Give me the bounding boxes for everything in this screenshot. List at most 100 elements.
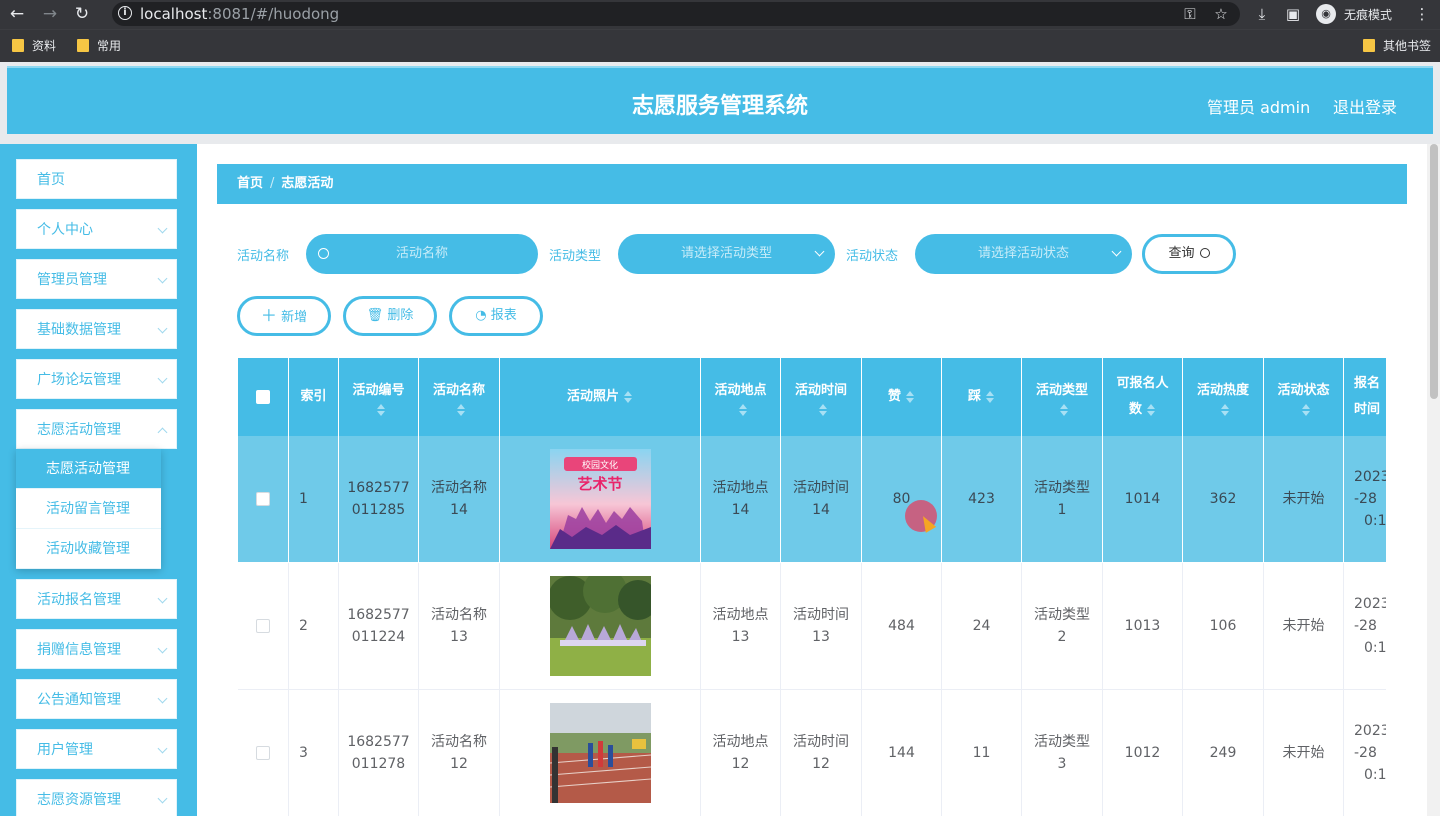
submenu-item-comments[interactable]: 活动留言管理 bbox=[16, 489, 161, 529]
chevron-down-icon bbox=[157, 593, 168, 604]
row-checkbox-cell[interactable] bbox=[238, 436, 289, 563]
sidebar-item-signup[interactable]: 活动报名管理 bbox=[16, 579, 177, 619]
site-info-icon[interactable]: i bbox=[118, 6, 132, 20]
sort-icon[interactable] bbox=[985, 391, 995, 403]
cell-name: 活动名称 14 bbox=[419, 436, 500, 563]
header-status-label: 活动状态 bbox=[1277, 383, 1330, 398]
cell-time: 活动时间 12 bbox=[781, 690, 862, 816]
sidebar-item-users[interactable]: 用户管理 bbox=[16, 729, 177, 769]
header-time[interactable]: 活动时间 bbox=[781, 358, 862, 436]
sort-icon[interactable] bbox=[1146, 403, 1156, 416]
page-scrollbar[interactable] bbox=[1427, 144, 1440, 816]
cell-photo: 校园文化 艺术节 bbox=[500, 436, 701, 563]
breadcrumb: 首页 / 志愿活动 bbox=[217, 164, 1407, 204]
activity-photo-1[interactable]: 校园文化 艺术节 bbox=[549, 449, 651, 549]
sidebar-item-resources[interactable]: 志愿资源管理 bbox=[16, 779, 177, 816]
sort-icon[interactable] bbox=[905, 391, 915, 403]
sidebar-item-base-data[interactable]: 基础数据管理 bbox=[16, 309, 177, 349]
cell-place-line1: 活动地点 bbox=[712, 734, 769, 750]
sort-icon[interactable] bbox=[738, 404, 748, 416]
sort-icon[interactable] bbox=[1059, 404, 1069, 416]
more-menu-icon[interactable]: ⋮ bbox=[1412, 4, 1432, 24]
bookmark-folder[interactable]: 资料 bbox=[12, 38, 56, 54]
row-checkbox[interactable] bbox=[256, 492, 270, 506]
sidebar-item-home[interactable]: 首页 bbox=[16, 159, 177, 199]
sidebar-item-donation[interactable]: 捐赠信息管理 bbox=[16, 629, 177, 669]
cell-place-line1: 活动地点 bbox=[712, 607, 769, 623]
status-select[interactable]: 请选择活动状态 bbox=[915, 234, 1132, 274]
sort-icon[interactable] bbox=[1220, 404, 1230, 416]
sidebar-item-forum[interactable]: 广场论坛管理 bbox=[16, 359, 177, 399]
activity-photo-2[interactable] bbox=[549, 576, 651, 676]
cell-name-line2: 14 bbox=[450, 502, 468, 518]
cell-code-line2: 011278 bbox=[351, 756, 406, 772]
back-icon[interactable]: ← bbox=[7, 4, 27, 24]
report-button[interactable]: ◔ 报表 bbox=[449, 296, 543, 336]
header-dislike[interactable]: 踩 bbox=[942, 358, 1022, 436]
header-name[interactable]: 活动名称 bbox=[419, 358, 500, 436]
header-type[interactable]: 活动类型 bbox=[1022, 358, 1103, 436]
name-search-input[interactable]: 活动名称 bbox=[306, 234, 538, 274]
download-icon[interactable]: ⤓ bbox=[1252, 4, 1272, 24]
cell-code-line1: 1682577 bbox=[347, 734, 410, 750]
forward-icon[interactable]: → bbox=[40, 4, 60, 24]
cell-type-line2: 1 bbox=[1057, 502, 1067, 518]
key-icon[interactable]: ⚿ bbox=[1180, 4, 1200, 24]
photo-caption: 校园文化 bbox=[581, 459, 617, 471]
current-user: 管理员 admin bbox=[1207, 98, 1311, 117]
cell-type: 活动类型 3 bbox=[1022, 690, 1103, 816]
scrollbar-thumb[interactable] bbox=[1430, 144, 1438, 399]
sidebar-item-label: 广场论坛管理 bbox=[37, 372, 121, 388]
header-capacity[interactable]: 可报名人数 bbox=[1103, 358, 1183, 436]
sidebar-item-activities[interactable]: 志愿活动管理 bbox=[16, 409, 177, 449]
submenu-item-activities[interactable]: 志愿活动管理 bbox=[16, 449, 161, 489]
header-photo[interactable]: 活动照片 bbox=[500, 358, 701, 436]
header-signup-time[interactable]: 报名 时间 bbox=[1344, 358, 1386, 436]
other-bookmarks[interactable]: 其他书签 bbox=[1363, 38, 1431, 54]
delete-button[interactable]: 🗑 删除 bbox=[343, 296, 437, 336]
header-like[interactable]: 赞 bbox=[862, 358, 942, 436]
sort-icon[interactable] bbox=[376, 404, 386, 416]
select-all-checkbox[interactable] bbox=[256, 390, 270, 404]
sidebar-item-profile[interactable]: 个人中心 bbox=[16, 209, 177, 249]
sidebar-item-notice[interactable]: 公告通知管理 bbox=[16, 679, 177, 719]
sort-icon[interactable] bbox=[623, 391, 633, 403]
header-status[interactable]: 活动状态 bbox=[1264, 358, 1344, 436]
activity-photo-3[interactable] bbox=[549, 703, 651, 803]
header-heat[interactable]: 活动热度 bbox=[1183, 358, 1264, 436]
row-checkbox[interactable] bbox=[256, 746, 270, 760]
chevron-down-icon bbox=[157, 793, 168, 804]
header-code[interactable]: 活动编号 bbox=[339, 358, 419, 436]
query-button[interactable]: 查询 bbox=[1142, 234, 1236, 274]
header-select-all[interactable] bbox=[238, 358, 289, 436]
chevron-down-icon bbox=[814, 246, 825, 257]
sort-icon[interactable] bbox=[456, 404, 466, 416]
address-bar[interactable]: i localhost:8081/#/huodong bbox=[112, 2, 1240, 26]
row-checkbox-cell[interactable] bbox=[238, 563, 289, 690]
reload-icon[interactable]: ↻ bbox=[72, 4, 92, 24]
cell-signup-line1: 2023 bbox=[1354, 723, 1386, 739]
incognito-badge[interactable]: ◉ 无痕模式 bbox=[1316, 3, 1420, 25]
folder-icon bbox=[77, 39, 89, 52]
star-icon[interactable]: ☆ bbox=[1211, 4, 1231, 24]
bookmark-folder[interactable]: 常用 bbox=[77, 38, 121, 54]
add-button[interactable]: ＋ 新增 bbox=[237, 296, 331, 336]
submenu-item-favorites[interactable]: 活动收藏管理 bbox=[16, 529, 161, 569]
sort-icon[interactable] bbox=[1301, 404, 1311, 416]
row-checkbox-cell[interactable] bbox=[238, 690, 289, 816]
search-icon bbox=[1199, 248, 1210, 258]
breadcrumb-home[interactable]: 首页 bbox=[237, 176, 263, 191]
logout-link[interactable]: 退出登录 bbox=[1333, 94, 1397, 118]
chevron-down-icon bbox=[157, 273, 168, 284]
row-checkbox[interactable] bbox=[256, 619, 270, 633]
cell-status: 未开始 bbox=[1264, 563, 1344, 690]
cell-signup-line1: 2023 bbox=[1354, 596, 1386, 612]
sidepanel-icon[interactable]: ▣ bbox=[1283, 4, 1303, 24]
photo-title: 艺术节 bbox=[577, 475, 622, 493]
header-place[interactable]: 活动地点 bbox=[701, 358, 781, 436]
cell-place-line2: 13 bbox=[731, 629, 750, 645]
sidebar-item-admins[interactable]: 管理员管理 bbox=[16, 259, 177, 299]
type-select[interactable]: 请选择活动类型 bbox=[618, 234, 835, 274]
sort-icon[interactable] bbox=[818, 404, 828, 416]
cell-name: 活动名称 13 bbox=[419, 563, 500, 690]
